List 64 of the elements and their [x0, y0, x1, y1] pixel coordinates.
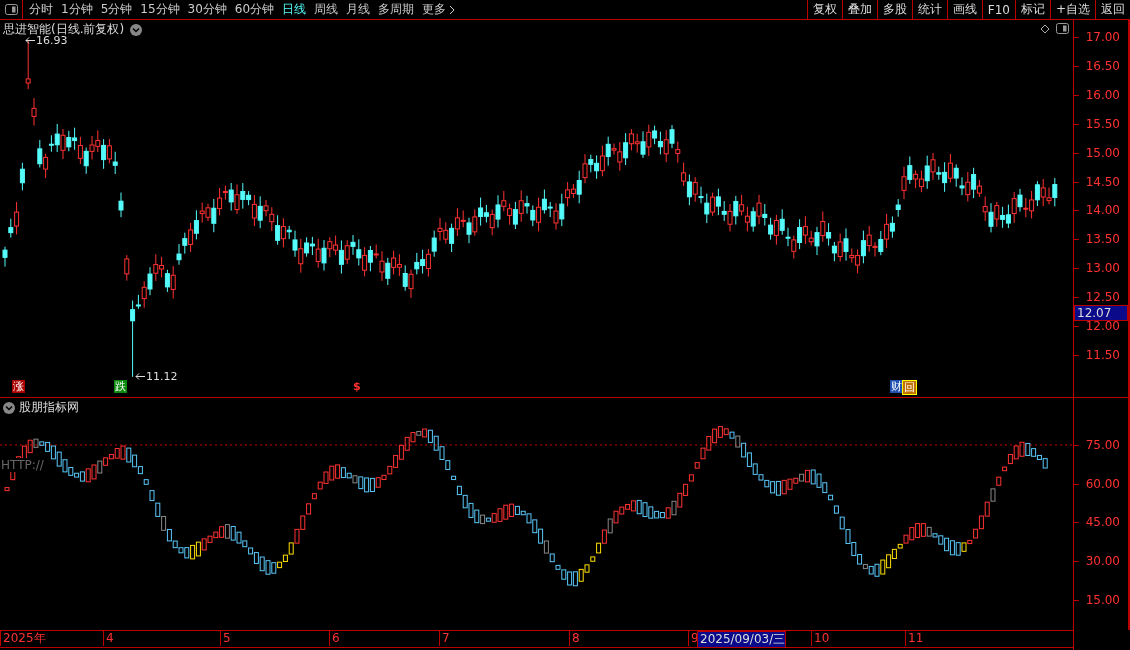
price-axis-label: 16.50: [1085, 58, 1120, 73]
time-axis-label: 5: [220, 631, 231, 646]
toolbar-button[interactable]: 标记: [1014, 0, 1050, 19]
period-tab[interactable]: 月线: [346, 1, 371, 18]
arrow-left-icon: [25, 37, 35, 45]
indicator-axis-label: 60.00: [1085, 476, 1120, 491]
indicator-axis-label: 15.00: [1085, 592, 1120, 607]
current-price-tag: 12.07: [1074, 305, 1128, 321]
time-axis-label: 10: [811, 631, 830, 646]
dropdown-icon[interactable]: [130, 23, 143, 36]
period-tab[interactable]: 60分钟: [234, 1, 275, 18]
period-tab[interactable]: 日线: [282, 1, 307, 18]
period-tab[interactable]: 1分钟: [61, 1, 93, 18]
high-price-label: 16.93: [36, 34, 68, 48]
signal-marker[interactable]: $: [352, 380, 362, 393]
toolbar-button[interactable]: 统计: [911, 0, 947, 19]
indicator-title: 股朋指标网: [19, 399, 79, 416]
cursor-date-label: 2025/09/03/三: [697, 631, 787, 648]
indicator-axis-label: 30.00: [1085, 554, 1120, 569]
toolbar-button[interactable]: +自选: [1049, 0, 1095, 19]
time-axis-label: 8: [569, 631, 580, 646]
low-price-label: 11.12: [146, 369, 178, 383]
price-axis-label: 14.00: [1085, 203, 1120, 218]
toolbar-button[interactable]: 画线: [946, 0, 982, 19]
indicator-axis-label: 75.00: [1085, 438, 1120, 452]
toolbar-button[interactable]: F10: [981, 0, 1015, 19]
period-tab[interactable]: 多周期: [378, 1, 415, 18]
price-axis-label: 12.50: [1085, 290, 1120, 305]
rise-marker[interactable]: 涨: [12, 380, 25, 393]
time-axis-label: 11: [905, 631, 924, 646]
panel-toggle-icon[interactable]: [4, 4, 18, 15]
time-axis-label: 7: [439, 631, 450, 646]
period-tab[interactable]: 周线: [314, 1, 339, 18]
overlay-text: HTTP://: [1, 458, 44, 472]
period-tab[interactable]: 分时: [29, 1, 53, 18]
period-tab[interactable]: 5分钟: [100, 1, 133, 18]
diamond-icon[interactable]: [1040, 23, 1050, 34]
price-axis-label: 15.50: [1085, 116, 1120, 131]
panel-toggle-icon[interactable]: [1056, 23, 1069, 34]
toolbar-button[interactable]: 多股: [876, 0, 912, 19]
price-axis-label: 13.50: [1085, 232, 1120, 247]
toolbar-button[interactable]: 复权: [806, 0, 842, 19]
price-axis-label: 16.00: [1085, 87, 1120, 102]
toolbar-button[interactable]: 返回: [1095, 0, 1130, 19]
price-axis-label: 14.50: [1085, 174, 1120, 189]
chevron-right-icon: [449, 4, 456, 15]
arrow-left-icon: [135, 372, 145, 380]
price-axis-label: 13.00: [1085, 261, 1120, 276]
toolbar-button[interactable]: 叠加: [841, 0, 877, 19]
period-tab[interactable]: 更多: [422, 1, 456, 18]
dropdown-icon[interactable]: [3, 401, 15, 414]
price-axis-label: 12.00: [1085, 319, 1120, 333]
price-axis-label: 17.00: [1085, 30, 1120, 44]
fall-marker[interactable]: 跌: [114, 380, 127, 393]
indicator-axis-label: 45.00: [1085, 515, 1120, 530]
price-axis-label: 11.50: [1085, 347, 1120, 362]
period-tab[interactable]: 15分钟: [140, 1, 180, 18]
time-axis-label: 6: [329, 631, 340, 646]
period-tab[interactable]: 30分钟: [187, 1, 227, 18]
time-axis-label: 2025年: [0, 631, 46, 646]
time-axis-label: 4: [103, 631, 114, 646]
review-marker[interactable]: 回: [902, 380, 917, 395]
stock-title: 思进智能(日线.前复权): [3, 21, 125, 36]
price-axis-label: 15.00: [1085, 145, 1120, 160]
